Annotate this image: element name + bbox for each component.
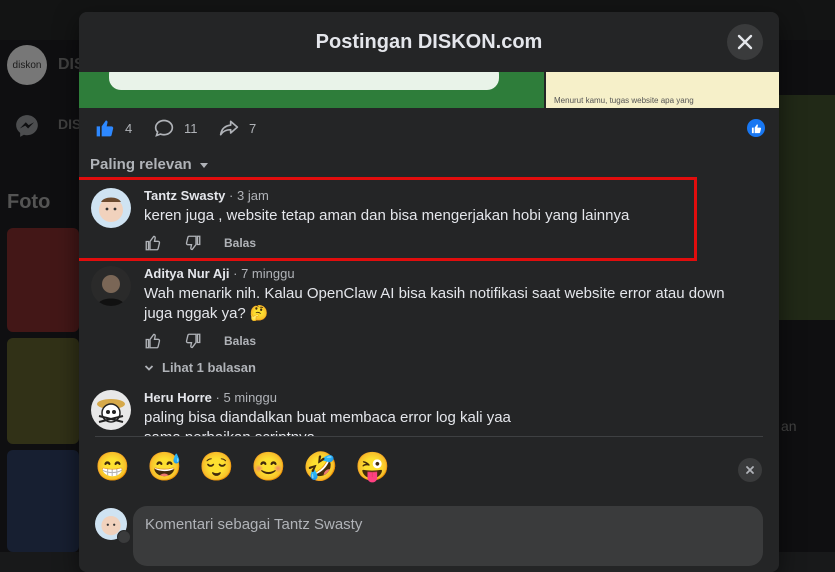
commenter-name[interactable]: Aditya Nur Aji [144, 266, 229, 281]
close-button[interactable] [727, 24, 763, 60]
view-replies-button[interactable]: Lihat 1 balasan [144, 360, 256, 375]
comment-time[interactable]: 5 minggu [224, 390, 277, 405]
chevron-down-icon [144, 364, 154, 371]
emoji-option[interactable]: 😅 [147, 450, 182, 484]
reply-button[interactable]: Balas [224, 334, 256, 348]
close-icon [746, 466, 754, 474]
emoji-option[interactable]: 🤣 [303, 450, 338, 484]
comment-button[interactable]: 11 [154, 118, 198, 138]
thumbs-up-icon[interactable] [144, 234, 162, 252]
post-actions: 4 11 7 [79, 112, 779, 146]
chevron-down-icon[interactable] [117, 530, 131, 544]
thumbs-up-icon [96, 120, 114, 137]
post-image-caption: Menurut kamu, tugas website apa yang [554, 96, 694, 105]
sort-label: Paling relevan [90, 156, 192, 173]
modal-header: Postingan DISKON.com [79, 12, 779, 72]
comment-time[interactable]: 7 minggu [241, 266, 294, 281]
comment-list[interactable]: Tantz Swasty · 3 jam keren juga , websit… [79, 178, 779, 438]
thumbs-up-icon[interactable] [144, 332, 162, 350]
comment-text: paling bisa diandalkan buat membaca erro… [144, 409, 511, 438]
thumbs-down-icon[interactable] [184, 234, 202, 252]
post-image-right[interactable]: Menurut kamu, tugas website apa yang [546, 72, 779, 108]
share-button[interactable]: 7 [219, 118, 256, 138]
comment-count: 11 [184, 120, 198, 136]
post-images[interactable]: Menurut kamu, tugas website apa yang [79, 62, 779, 108]
thumbs-down-icon[interactable] [184, 332, 202, 350]
emoji-option[interactable]: 😜 [355, 450, 390, 484]
like-button[interactable]: 4 [95, 118, 132, 138]
comment-sort-dropdown[interactable]: Paling relevan [90, 156, 210, 173]
avatar[interactable] [91, 390, 131, 430]
emoji-option[interactable]: 😁 [95, 450, 130, 484]
caret-down-icon [199, 162, 208, 168]
post-image-left[interactable] [79, 62, 544, 108]
comment-time[interactable]: 3 jam [237, 188, 269, 203]
commenter-name[interactable]: Tantz Swasty [144, 188, 225, 203]
avatar[interactable] [91, 188, 131, 228]
comment-input-box[interactable] [133, 506, 763, 566]
close-icon [737, 34, 753, 50]
post-modal: Postingan DISKON.com Menurut kamu, tugas… [79, 12, 779, 572]
emoji-option[interactable]: 😌 [199, 450, 234, 484]
comment-text: keren juga , website tetap aman dan bisa… [144, 207, 630, 224]
thumbs-up-icon [751, 123, 761, 133]
reply-button[interactable]: Balas [224, 236, 256, 250]
emoji-close-button[interactable] [738, 458, 762, 482]
comment-input[interactable] [133, 506, 757, 542]
modal-title: Postingan DISKON.com [315, 30, 543, 53]
comment-text: Wah menarik nih. Kalau OpenClaw AI bisa … [144, 285, 725, 322]
like-count: 4 [125, 120, 133, 136]
emoji-option[interactable]: 😊 [251, 450, 286, 484]
share-icon [219, 120, 239, 136]
like-reaction-badge[interactable] [747, 119, 765, 137]
comment-bubble-icon [154, 119, 174, 137]
commenter-name[interactable]: Heru Horre [144, 390, 212, 405]
share-count: 7 [249, 120, 257, 136]
emoji-suggestions: 😁 😅 😌 😊 🤣 😜 [95, 450, 390, 484]
avatar[interactable] [91, 266, 131, 306]
